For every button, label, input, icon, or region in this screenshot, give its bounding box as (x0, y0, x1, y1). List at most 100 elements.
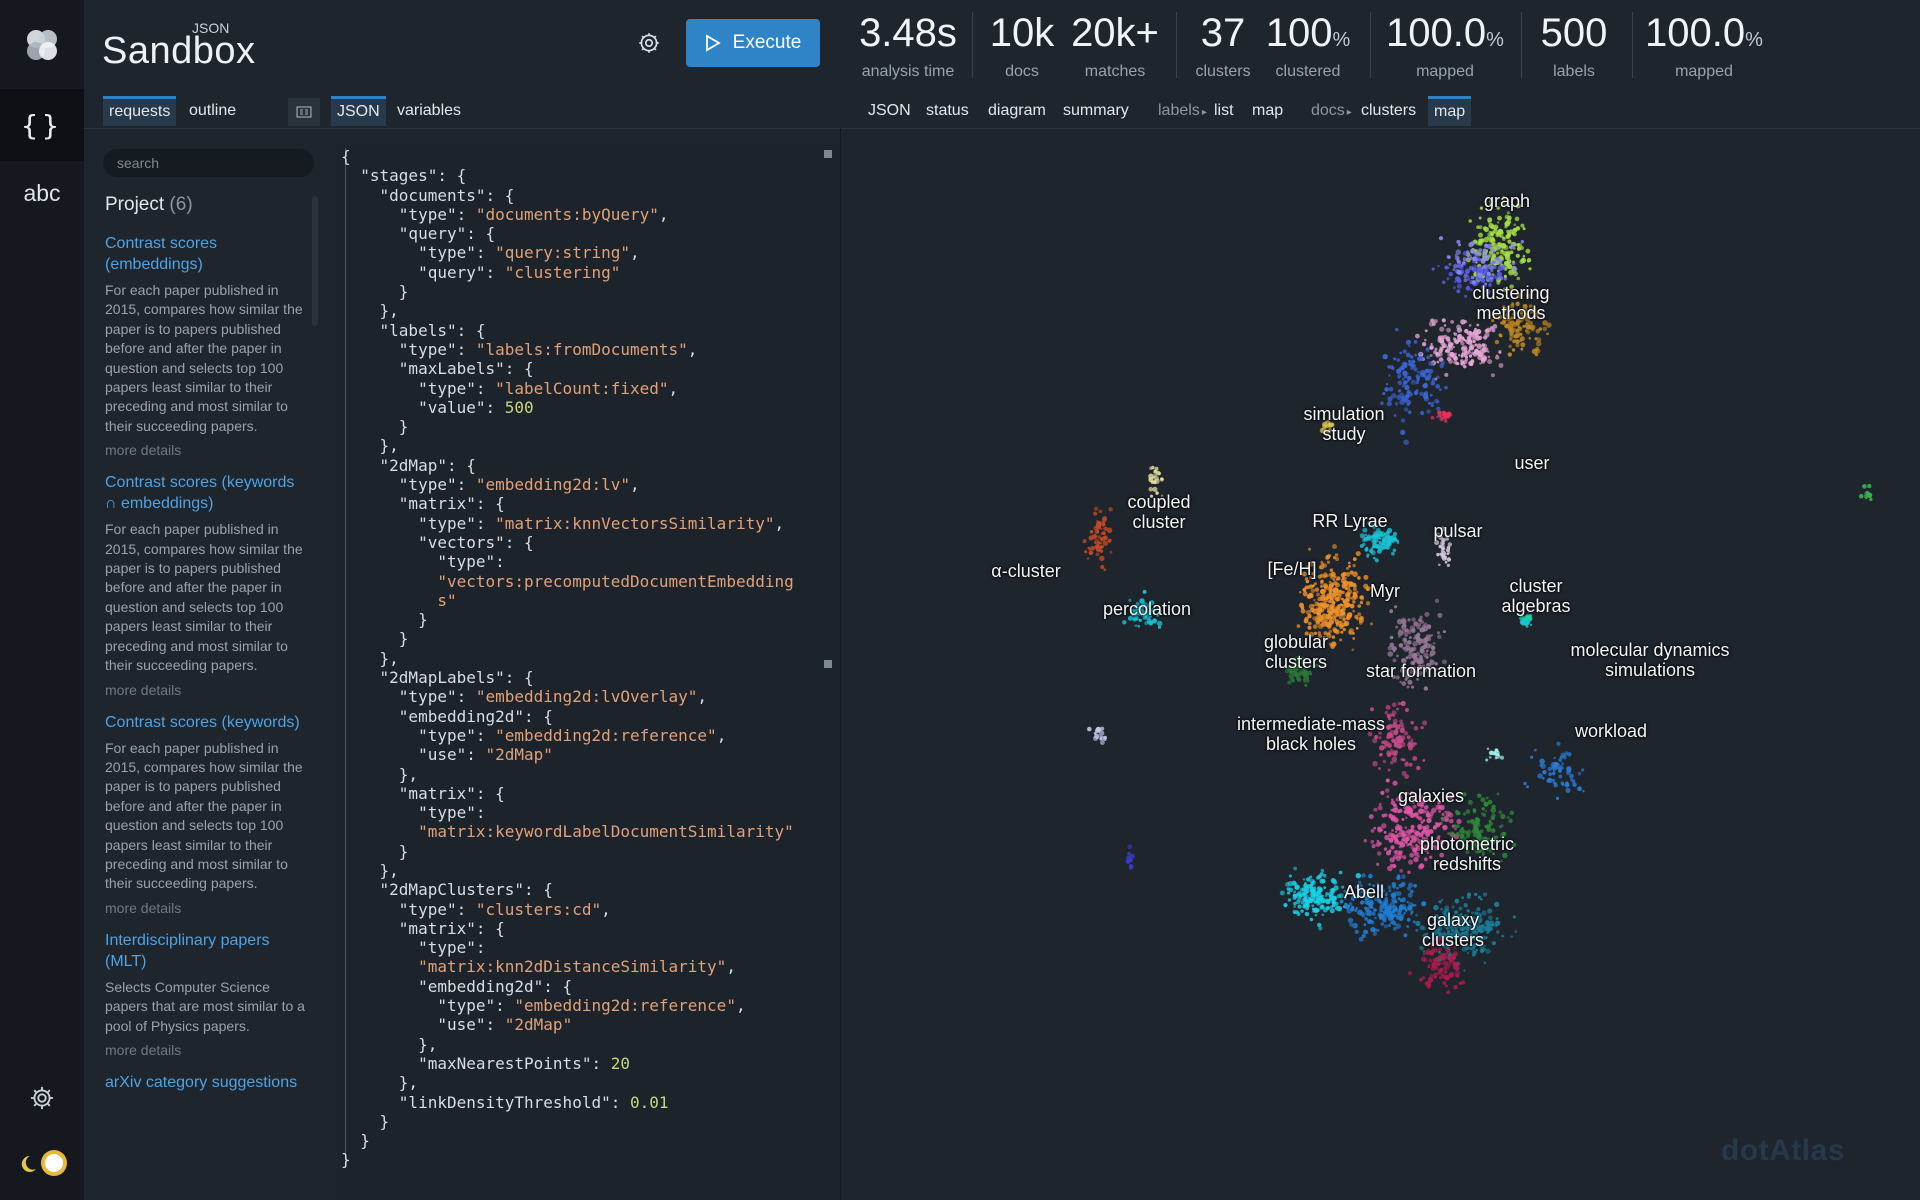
map-label[interactable]: pulsar (1433, 521, 1482, 541)
scroll-marker[interactable] (824, 150, 832, 158)
map-point (1439, 552, 1443, 556)
execute-button[interactable]: Execute (686, 19, 820, 67)
tab-labels-list[interactable]: list (1208, 96, 1240, 126)
map-point (1509, 810, 1515, 816)
map-point (1317, 623, 1324, 629)
map-point (1399, 904, 1403, 907)
map-point (1333, 596, 1337, 600)
more-details-link[interactable]: more details (105, 900, 305, 916)
tab-docs-map[interactable]: map (1428, 96, 1472, 126)
gear-icon[interactable] (0, 1063, 84, 1133)
query-item[interactable]: Interdisciplinary papers (MLT) Selects C… (105, 930, 305, 1058)
map-point (1562, 755, 1567, 760)
map-point (1442, 975, 1446, 979)
map-point (1296, 624, 1301, 628)
toggle-panel-icon[interactable] (288, 98, 320, 126)
map-label[interactable]: galaxies (1398, 786, 1464, 806)
tab-docs-clusters[interactable]: clusters (1355, 96, 1422, 126)
query-item[interactable]: Contrast scores (keywords) For each pape… (105, 712, 305, 916)
more-details-link[interactable]: more details (105, 682, 305, 698)
map-label[interactable]: intermediate-mass black holes (1237, 714, 1385, 754)
map-label[interactable]: coupled cluster (1127, 492, 1190, 532)
tab-summary[interactable]: summary (1057, 96, 1135, 126)
map-point (1458, 354, 1461, 357)
map-point (1454, 253, 1458, 257)
map-point (1413, 884, 1417, 888)
theme-toggle[interactable] (0, 1128, 84, 1198)
query-title[interactable]: arXiv category suggestions (105, 1072, 305, 1093)
map-point (1354, 929, 1359, 935)
search-input[interactable]: search (103, 149, 314, 177)
map-label[interactable]: RR Lyrae (1312, 511, 1387, 531)
map-point (1406, 917, 1411, 922)
map-label[interactable]: Myr (1370, 581, 1400, 601)
map-point (1363, 536, 1368, 541)
map-point (1501, 231, 1504, 234)
map-point (1392, 780, 1398, 786)
map-point (1429, 354, 1433, 357)
query-title[interactable]: Interdisciplinary papers (MLT) (105, 930, 305, 972)
map-point (1418, 808, 1424, 814)
scroll-marker[interactable] (824, 660, 832, 668)
document-map[interactable]: graph clustering methods simulation study use… (841, 129, 1920, 1200)
map-point (1407, 882, 1414, 888)
map-label[interactable]: cluster algebras (1501, 576, 1570, 616)
json-code[interactable]: { "stages": { "documents": { "type": "do… (341, 147, 794, 1170)
map-label[interactable]: graph (1484, 191, 1530, 211)
map-point (1485, 758, 1489, 762)
map-point (1546, 322, 1552, 328)
map-point (1457, 260, 1462, 265)
tab-json-editor[interactable]: JSON (331, 96, 386, 126)
map-label[interactable]: percolation (1103, 599, 1191, 619)
map-label[interactable]: [Fe/H] (1267, 559, 1316, 579)
tab-requests[interactable]: requests (103, 96, 177, 126)
query-item[interactable]: arXiv category suggestions (105, 1072, 305, 1093)
query-item[interactable]: Contrast scores (keywords ∩ embeddings) … (105, 472, 305, 697)
query-title[interactable]: Contrast scores (keywords ∩ embeddings) (105, 472, 305, 514)
map-point (1452, 345, 1455, 349)
map-label[interactable]: clustering methods (1472, 283, 1549, 323)
map-point (1442, 824, 1448, 831)
map-label[interactable]: photometric redshifts (1420, 834, 1514, 874)
map-point (1400, 735, 1406, 741)
logo-icon[interactable] (0, 10, 84, 80)
map-label[interactable]: galaxy clusters (1422, 910, 1484, 950)
tab-status[interactable]: status (920, 96, 975, 126)
map-point (1398, 907, 1403, 911)
tab-labels-map[interactable]: map (1246, 96, 1289, 126)
tab-outline[interactable]: outline (183, 96, 242, 126)
map-point (1473, 251, 1479, 257)
stat-value: 10k (989, 11, 1055, 55)
map-label[interactable]: workload (1575, 721, 1647, 741)
map-label[interactable]: star formation (1366, 661, 1476, 681)
tab-diagram[interactable]: diagram (982, 96, 1052, 126)
map-label[interactable]: user (1514, 453, 1549, 473)
map-point (1392, 816, 1397, 821)
map-point (1157, 625, 1162, 629)
map-point (1407, 870, 1411, 874)
map-label[interactable]: molecular dynamics simulations (1570, 640, 1729, 680)
map-point (1494, 901, 1500, 908)
more-details-link[interactable]: more details (105, 1042, 305, 1058)
map-label[interactable]: globular clusters (1264, 632, 1328, 672)
map-point (1425, 368, 1430, 373)
map-point (1552, 778, 1556, 782)
map-point (1488, 915, 1493, 921)
tab-variables[interactable]: variables (391, 96, 467, 126)
query-item[interactable]: Contrast scores (embeddings) For each pa… (105, 233, 305, 458)
settings-icon[interactable] (636, 30, 662, 56)
map-point (1405, 352, 1411, 358)
json-mode-icon[interactable]: {} (0, 89, 84, 161)
map-point (1407, 654, 1413, 660)
tab-result-json[interactable]: JSON (862, 96, 917, 126)
map-label[interactable]: simulation study (1303, 404, 1384, 444)
map-label[interactable]: α-cluster (991, 561, 1060, 581)
scrollbar[interactable] (312, 196, 318, 326)
text-mode-icon[interactable]: abc (0, 158, 84, 228)
map-point (1394, 830, 1398, 834)
map-point (1462, 261, 1466, 265)
query-title[interactable]: Contrast scores (keywords) (105, 712, 305, 733)
more-details-link[interactable]: more details (105, 442, 305, 458)
query-title[interactable]: Contrast scores (embeddings) (105, 233, 305, 275)
map-label[interactable]: Abell (1344, 882, 1384, 902)
